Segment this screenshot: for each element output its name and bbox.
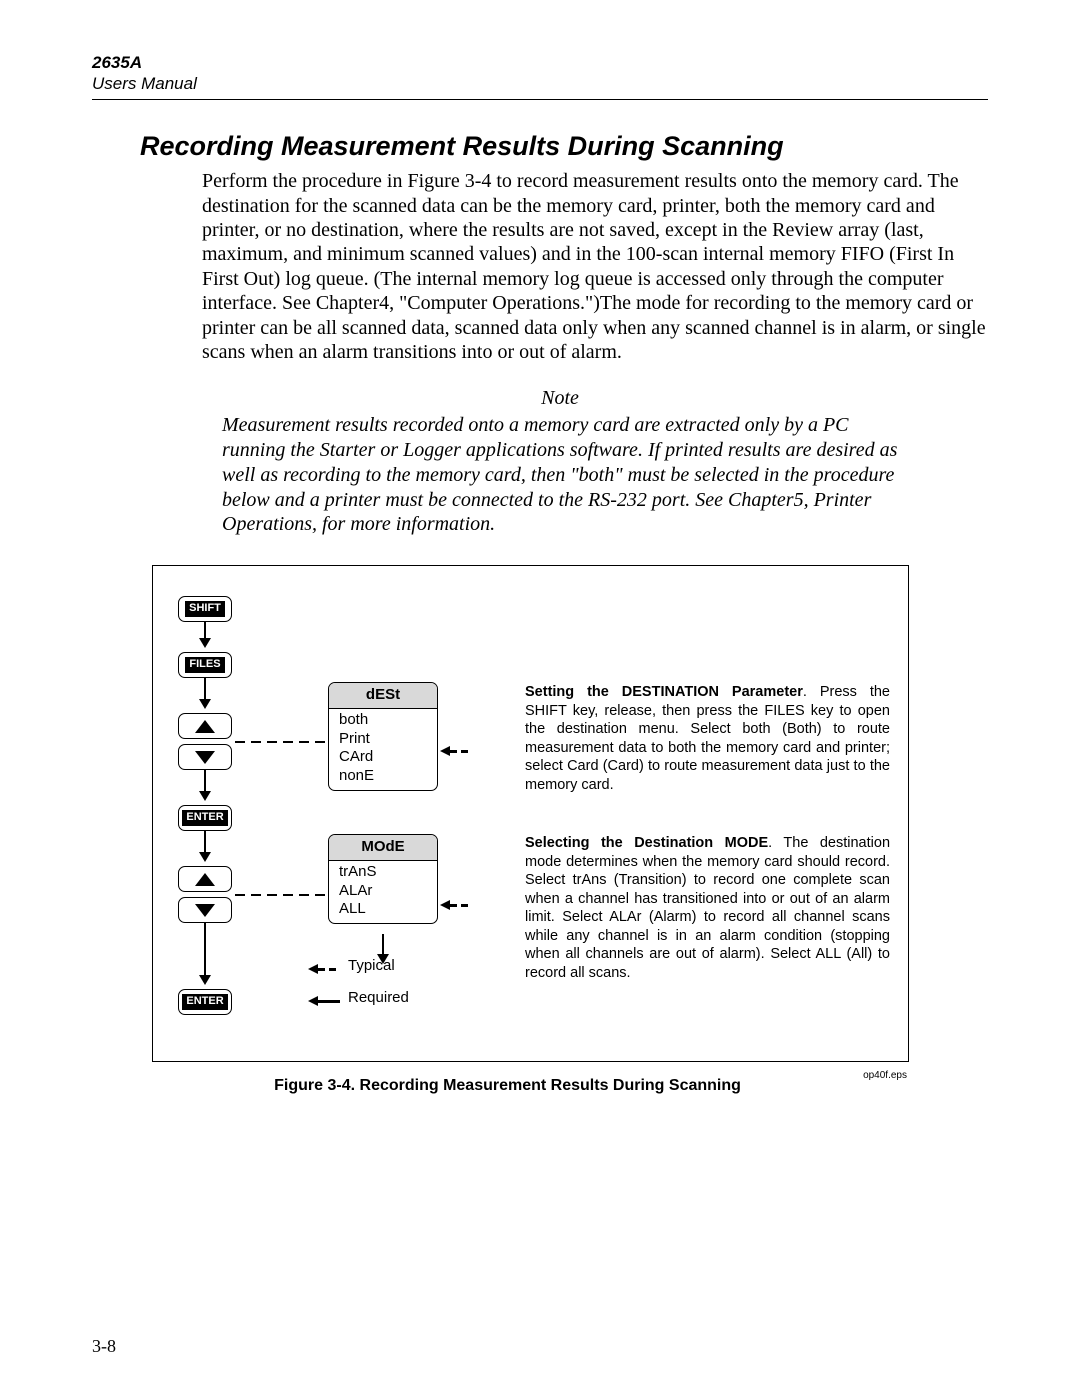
flow-line: [382, 934, 384, 956]
triangle-up-icon: [195, 720, 215, 733]
arrow-left-dashed-icon: [308, 964, 336, 974]
flow-line: [204, 923, 206, 977]
note-block: Note Measurement results recorded onto a…: [222, 386, 898, 537]
flow-line: [204, 831, 206, 854]
arrow-down-icon: [199, 699, 211, 709]
mode-explanation-title: Selecting the Destination MODE: [525, 835, 768, 851]
dest-menu-box: dESt both Print CArd nonE: [328, 682, 438, 791]
arrow-down-icon: [199, 975, 211, 985]
enter-button: ENTER: [178, 805, 232, 831]
document-type: Users Manual: [92, 73, 988, 94]
shift-button: SHIFT: [178, 596, 232, 622]
figure-caption-row: Figure 3-4. Recording Measurement Result…: [152, 1070, 907, 1096]
mode-menu-header: MOdE: [329, 835, 437, 861]
legend-required: Required: [348, 989, 409, 1008]
mode-option-all: ALL: [339, 900, 427, 919]
arrow-left-dashed-icon: [440, 900, 468, 910]
dashed-connector: [235, 741, 325, 743]
figure-caption: Figure 3-4. Recording Measurement Result…: [152, 1070, 863, 1096]
enter-label: ENTER: [182, 810, 227, 826]
scroll-up-button: [178, 713, 232, 739]
dest-option-print: Print: [339, 730, 427, 749]
mode-explanation: Selecting the Destination MODE. The dest…: [525, 834, 890, 982]
body-paragraph: Perform the procedure in Figure 3-4 to r…: [202, 169, 988, 364]
dashed-connector: [235, 894, 325, 896]
arrow-down-icon: [199, 852, 211, 862]
arrow-down-icon: [199, 638, 211, 648]
header-rule: [92, 99, 988, 100]
dest-explanation-title: Setting the DESTINATION Parameter: [525, 684, 803, 700]
arrow-left-dashed-icon: [440, 746, 468, 756]
dest-option-card: CArd: [339, 748, 427, 767]
note-label: Note: [222, 386, 898, 411]
enter-label: ENTER: [182, 994, 227, 1010]
arrow-left-solid-icon: [308, 996, 340, 1006]
dest-menu-header: dESt: [329, 683, 437, 709]
figure-eps-filename: op40f.eps: [863, 1070, 907, 1083]
files-button: FILES: [178, 652, 232, 678]
scroll-down-button: [178, 744, 232, 770]
shift-label: SHIFT: [185, 601, 225, 617]
running-header: 2635A Users Manual: [92, 52, 988, 99]
mode-menu-options: trAnS ALAr ALL: [329, 861, 437, 923]
mode-menu-box: MOdE trAnS ALAr ALL: [328, 834, 438, 924]
mode-explanation-body: . The destination mode determines when t…: [525, 835, 890, 981]
triangle-down-icon: [195, 904, 215, 917]
enter-button: ENTER: [178, 989, 232, 1015]
mode-option-trans: trAnS: [339, 863, 427, 882]
dest-menu-options: both Print CArd nonE: [329, 709, 437, 790]
section-heading: Recording Measurement Results During Sca…: [140, 130, 988, 164]
triangle-down-icon: [195, 751, 215, 764]
legend-typical: Typical: [348, 957, 395, 976]
arrow-down-icon: [199, 791, 211, 801]
figure-3-4: SHIFT FILES dESt both Print CArd nonE: [152, 565, 909, 1062]
dest-explanation: Setting the DESTINATION Parameter. Press…: [525, 683, 890, 794]
dest-option-both: both: [339, 711, 427, 730]
dest-explanation-body: . Press the SHIFT key, release, then pre…: [525, 684, 890, 793]
triangle-up-icon: [195, 873, 215, 886]
scroll-up-button: [178, 866, 232, 892]
note-body: Measurement results recorded onto a memo…: [222, 413, 898, 537]
files-label: FILES: [185, 657, 224, 673]
flow-line: [204, 678, 206, 701]
page-number: 3-8: [92, 1335, 116, 1358]
flow-line: [204, 770, 206, 793]
model-number: 2635A: [92, 52, 988, 73]
scroll-down-button: [178, 897, 232, 923]
dest-option-none: nonE: [339, 767, 427, 786]
manual-page: 2635A Users Manual Recording Measurement…: [0, 0, 1080, 1397]
mode-option-alar: ALAr: [339, 882, 427, 901]
